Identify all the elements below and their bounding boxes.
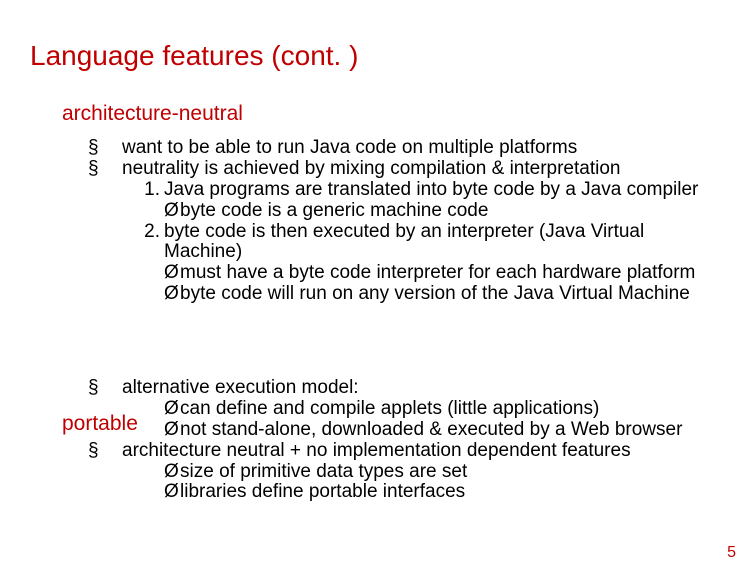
list-item: § neutrality is achieved by mixing compi… xyxy=(88,159,700,180)
list-text: libraries define portable interfaces xyxy=(180,482,700,503)
bullet-arrow-icon: Ø xyxy=(164,201,180,222)
list-item: 1. Java programs are translated into byt… xyxy=(88,180,700,201)
list-text: want to be able to run Java code on mult… xyxy=(122,138,700,159)
bullet-number-icon: 1. xyxy=(138,180,164,201)
bullet-number-icon: 2. xyxy=(138,222,164,243)
list-text: alternative execution model: xyxy=(122,378,700,399)
bullet-arrow-icon: Ø xyxy=(164,420,180,441)
list-item: § want to be able to run Java code on mu… xyxy=(88,138,700,159)
bullet-square-icon: § xyxy=(88,138,100,159)
list-item: Ø libraries define portable interfaces xyxy=(88,482,700,503)
list-item: 2. byte code is then executed by an inte… xyxy=(88,222,700,264)
list-item: § architecture neutral + no implementati… xyxy=(88,441,700,462)
section-heading-architecture-neutral: architecture-neutral xyxy=(62,102,243,126)
list-item: Ø must have a byte code interpreter for … xyxy=(88,263,700,284)
list-text: Java programs are translated into byte c… xyxy=(164,180,700,201)
list-text: byte code is a generic machine code xyxy=(180,201,700,222)
list-item: § alternative execution model: xyxy=(88,378,700,399)
bullet-arrow-icon: Ø xyxy=(164,482,180,503)
list-item: Ø byte code is a generic machine code xyxy=(88,201,700,222)
list-text: must have a byte code interpreter for ea… xyxy=(180,263,700,284)
content-block-2: § alternative execution model: Ø can def… xyxy=(88,378,700,503)
list-text: byte code is then executed by an interpr… xyxy=(164,222,700,264)
bullet-arrow-icon: Ø xyxy=(164,263,180,284)
content-block-1: § want to be able to run Java code on mu… xyxy=(88,138,700,305)
bullet-square-icon: § xyxy=(88,159,100,180)
list-item: Ø byte code will run on any version of t… xyxy=(88,284,700,305)
bullet-arrow-icon: Ø xyxy=(164,399,180,420)
slide: Language features (cont. ) architecture-… xyxy=(0,0,756,576)
list-text: neutrality is achieved by mixing compila… xyxy=(122,159,700,180)
bullet-square-icon: § xyxy=(88,441,100,462)
list-item: Ø size of primitive data types are set xyxy=(88,462,700,483)
bullet-square-icon: § xyxy=(88,378,100,399)
slide-title: Language features (cont. ) xyxy=(30,40,358,72)
page-number: 5 xyxy=(727,544,736,562)
bullet-arrow-icon: Ø xyxy=(164,284,180,305)
list-text: can define and compile applets (little a… xyxy=(180,399,700,420)
list-text: not stand-alone, downloaded & executed b… xyxy=(180,420,700,441)
list-text: size of primitive data types are set xyxy=(180,462,700,483)
list-item: Ø can define and compile applets (little… xyxy=(88,399,700,420)
bullet-arrow-icon: Ø xyxy=(164,462,180,483)
list-text: byte code will run on any version of the… xyxy=(180,284,700,305)
list-text: architecture neutral + no implementation… xyxy=(122,441,700,462)
list-item: Ø not stand-alone, downloaded & executed… xyxy=(88,420,700,441)
